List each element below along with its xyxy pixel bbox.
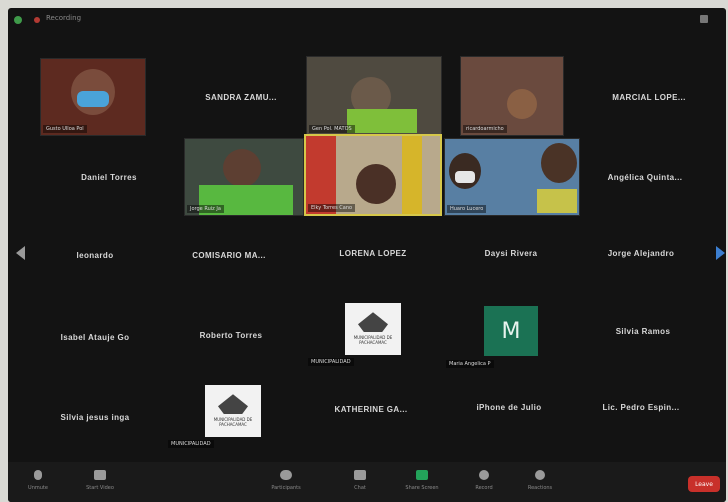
- face-mask: [77, 91, 109, 107]
- start-video-button[interactable]: Start Video: [70, 466, 130, 500]
- name-tile[interactable]: KATHERINE GA...: [304, 370, 438, 448]
- participant-name: Silvia jesus inga: [60, 412, 130, 422]
- name-tile[interactable]: Roberto Torres: [164, 296, 298, 374]
- name-tile[interactable]: LORENA LOPEZ: [306, 214, 440, 292]
- chat-button[interactable]: Chat: [330, 466, 390, 500]
- video-tile[interactable]: Huaro Lucero: [444, 138, 580, 216]
- participant-label: MUNICIPALIDAD: [308, 358, 354, 366]
- name-tile[interactable]: iPhone de Julio: [442, 368, 576, 446]
- participants-icon: [280, 470, 292, 480]
- logo-tile[interactable]: MUNICIPALIDAD DE PACHACAMAC MUNICIPALIDA…: [306, 290, 440, 368]
- participant-video: [541, 143, 577, 183]
- participant-name: iPhone de Julio: [476, 402, 542, 412]
- face-mask: [455, 171, 475, 183]
- logo-tile[interactable]: MUNICIPALIDAD DE PACHACAMAC MUNICIPALIDA…: [166, 372, 300, 450]
- name-tile[interactable]: MARCIAL LOPE...: [582, 58, 716, 136]
- participant-label: Huaro Lucero: [447, 205, 487, 213]
- participant-label: Jorge Ruiz Ja: [187, 205, 224, 213]
- participant-name: Isabel Atauje Go: [60, 332, 130, 342]
- record-icon: [479, 470, 489, 480]
- leave-button[interactable]: Leave: [688, 476, 720, 492]
- unmute-button[interactable]: Unmute: [8, 466, 68, 500]
- avatar-tile[interactable]: M Maria Angelica P: [444, 292, 578, 370]
- participant-label: ricardoarmicho: [463, 125, 507, 133]
- share-screen-icon: [416, 470, 428, 480]
- share-screen-label: Share Screen: [405, 485, 439, 491]
- video-tile[interactable]: Gen Pol. MATOS: [306, 56, 442, 136]
- share-screen-button[interactable]: Share Screen: [392, 466, 452, 500]
- unmute-label: Unmute: [28, 485, 48, 491]
- microphone-icon: [34, 470, 42, 480]
- participant-name: Roberto Torres: [199, 330, 263, 340]
- participant-video: [507, 89, 537, 119]
- record-button[interactable]: Record: [454, 466, 514, 500]
- next-page-arrow-icon[interactable]: [716, 246, 725, 260]
- flag-backdrop: [402, 136, 422, 214]
- participant-name: leonardo: [76, 250, 114, 260]
- participant-vest: [347, 109, 417, 133]
- name-tile[interactable]: Jorge Alejandro: [574, 214, 708, 292]
- active-speaker-tile[interactable]: Elky Torres Cano: [304, 134, 442, 216]
- participant-label: Gusto Ulloa Pol: [43, 125, 87, 133]
- participants-button[interactable]: Participants: [256, 466, 316, 500]
- recording-label: Recording: [46, 14, 82, 22]
- title-bar: Recording: [8, 8, 726, 34]
- video-camera-icon: [94, 470, 106, 480]
- reactions-label: Reactions: [527, 485, 553, 491]
- name-tile[interactable]: Angélica Quinta...: [578, 138, 712, 216]
- flag-backdrop: [306, 136, 336, 214]
- participant-label: Elky Torres Cano: [308, 204, 356, 212]
- name-tile[interactable]: leonardo: [28, 216, 162, 294]
- name-tile[interactable]: Silvia Ramos: [576, 292, 710, 370]
- logo-text: MUNICIPALIDAD DE PACHACAMAC: [213, 417, 253, 427]
- avatar: M: [484, 306, 538, 356]
- reactions-button[interactable]: Reactions: [510, 466, 570, 500]
- video-tile[interactable]: Jorge Ruiz Ja: [184, 138, 304, 216]
- participant-video: [356, 164, 396, 204]
- video-tile[interactable]: Gusto Ulloa Pol: [40, 58, 146, 136]
- municipality-logo: MUNICIPALIDAD DE PACHACAMAC: [345, 303, 401, 355]
- participant-label: MUNICIPALIDAD: [168, 440, 214, 448]
- participant-label: Maria Angelica P: [446, 360, 494, 368]
- chat-label: Chat: [354, 485, 366, 491]
- name-tile[interactable]: Lic. Pedro Espin...: [574, 368, 708, 446]
- zoom-window: Recording Gusto Ulloa Pol SANDRA ZAMU...…: [8, 8, 726, 502]
- recording-dot-icon: [34, 17, 40, 23]
- participant-name: COMISARIO MA...: [192, 250, 266, 260]
- participants-label: Participants: [271, 485, 301, 491]
- municipality-logo: MUNICIPALIDAD DE PACHACAMAC: [205, 385, 261, 437]
- name-tile[interactable]: Silvia jesus inga: [28, 378, 162, 456]
- participant-name: Daysi Rivera: [484, 248, 538, 258]
- chat-bubble-icon: [354, 470, 366, 480]
- participant-vest: [537, 189, 577, 213]
- name-tile[interactable]: SANDRA ZAMU...: [174, 58, 308, 136]
- participant-name: Daniel Torres: [81, 172, 137, 182]
- meeting-toolbar: Unmute Start Video Participants Chat Sha…: [8, 462, 726, 502]
- participant-name: MARCIAL LOPE...: [612, 92, 686, 102]
- video-tile[interactable]: ricardoarmicho: [460, 56, 564, 136]
- participant-name: Angélica Quinta...: [607, 172, 683, 182]
- view-toggle-icon[interactable]: [700, 15, 708, 23]
- name-tile[interactable]: Isabel Atauje Go: [28, 298, 162, 376]
- name-tile[interactable]: COMISARIO MA...: [162, 216, 296, 294]
- start-video-label: Start Video: [86, 485, 114, 491]
- participant-name: Lic. Pedro Espin...: [602, 402, 680, 412]
- participant-name: SANDRA ZAMU...: [205, 92, 277, 102]
- smiley-icon: [535, 470, 545, 480]
- previous-page-arrow-icon[interactable]: [16, 246, 25, 260]
- name-tile[interactable]: Daysi Rivera: [444, 214, 578, 292]
- participant-label: Gen Pol. MATOS: [309, 125, 355, 133]
- security-shield-icon[interactable]: [14, 16, 22, 24]
- municipality-crest-icon: [358, 312, 388, 333]
- name-tile[interactable]: Daniel Torres: [42, 138, 176, 216]
- participant-video: [223, 149, 261, 187]
- participant-name: LORENA LOPEZ: [339, 248, 407, 258]
- participant-name: KATHERINE GA...: [334, 404, 408, 414]
- record-label: Record: [475, 485, 493, 491]
- participant-name: Jorge Alejandro: [607, 248, 675, 258]
- logo-text: MUNICIPALIDAD DE PACHACAMAC: [353, 335, 393, 345]
- participant-name: Silvia Ramos: [615, 326, 671, 336]
- municipality-crest-icon: [218, 394, 248, 415]
